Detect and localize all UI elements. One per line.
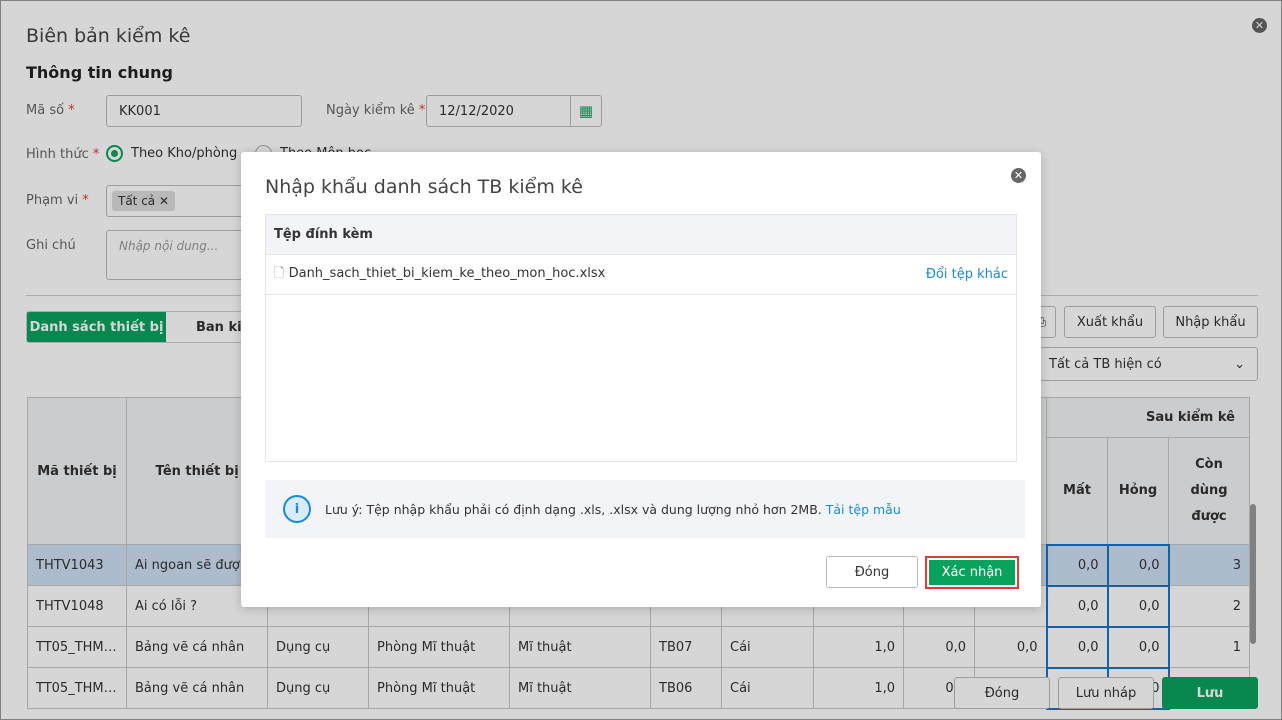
confirm-highlight: Xác nhận [925,556,1019,589]
file-icon: 🗋 [274,265,285,281]
dialog-title: Nhập khẩu danh sách TB kiểm kê [265,176,583,198]
download-template-link[interactable]: Tải tệp mẫu [826,502,901,517]
attachment-row: 🗋 Danh_sach_thiet_bi_kiem_ke_theo_mon_ho… [266,255,1016,295]
file-name: Danh_sach_thiet_bi_kiem_ke_theo_mon_hoc.… [288,265,606,281]
note-text: Lưu ý: Tệp nhập khẩu phải có định dạng .… [325,501,822,517]
attachment-header: Tệp đính kèm [266,215,1016,255]
info-icon: i [283,495,311,523]
note-box: i Lưu ý: Tệp nhập khẩu phải có định dạng… [265,480,1025,538]
confirm-button[interactable]: Xác nhận [929,560,1015,585]
dialog-close-button[interactable]: Đóng [826,556,918,588]
change-file-link[interactable]: Đổi tệp khác [926,267,1008,282]
attachment-panel: Tệp đính kèm 🗋 Danh_sach_thiet_bi_kiem_k… [265,214,1017,462]
dialog-close-icon[interactable]: ✕ [1011,168,1026,183]
import-dialog: Nhập khẩu danh sách TB kiểm kê ✕ Tệp đín… [241,152,1041,607]
